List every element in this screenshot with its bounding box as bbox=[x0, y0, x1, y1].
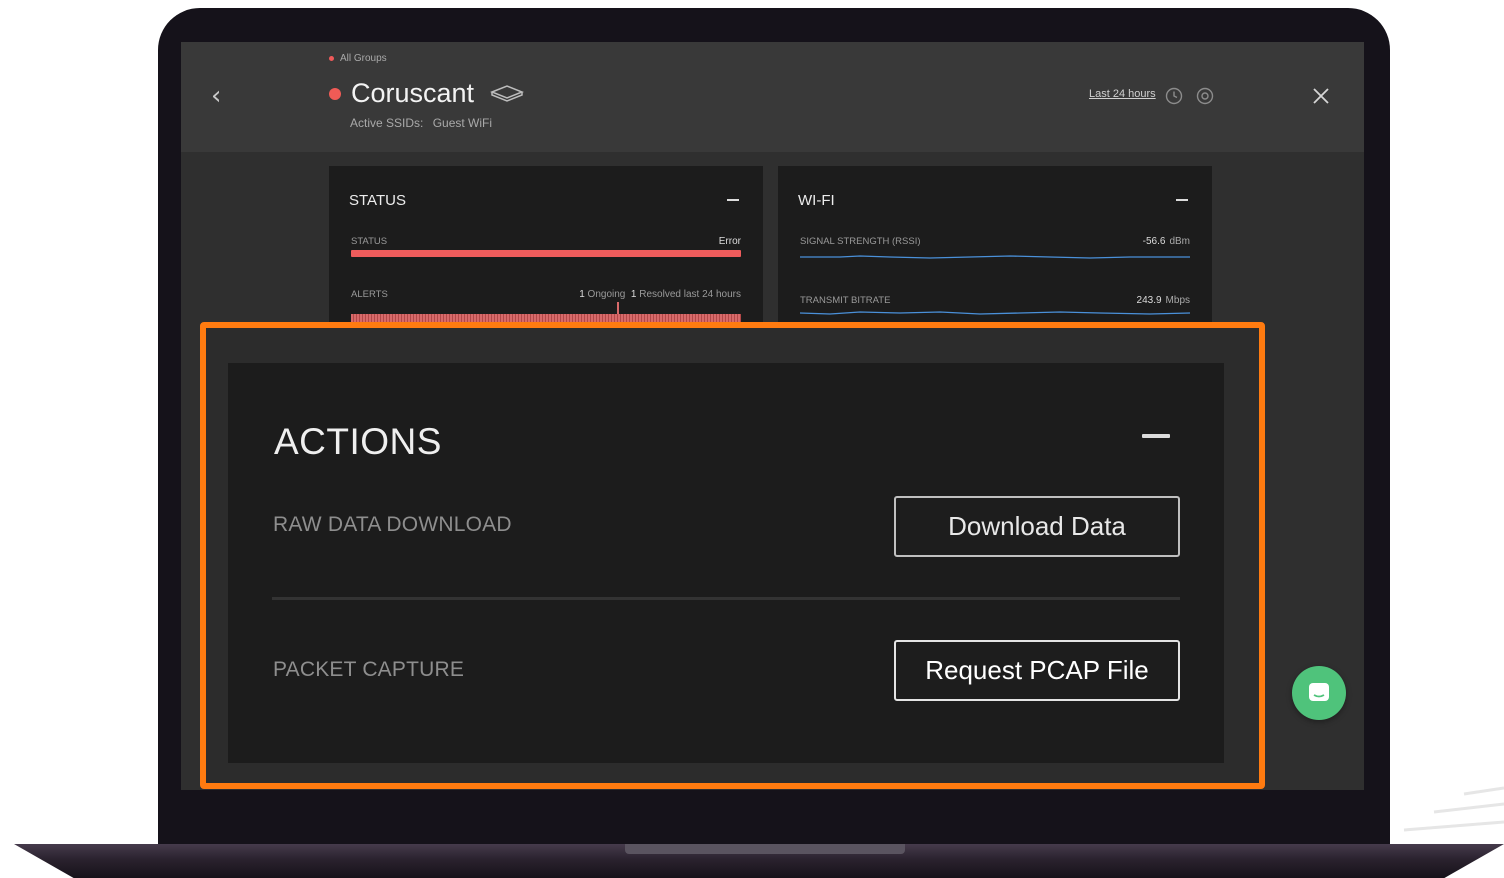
bitrate-unit: Mbps bbox=[1165, 295, 1190, 306]
breadcrumb-label[interactable]: All Groups bbox=[340, 53, 387, 64]
wifi-card: WI-FI SIGNAL STRENGTH (RSSI) -56.6 dBm TR… bbox=[778, 166, 1212, 326]
actions-divider bbox=[272, 597, 1180, 600]
router-icon bbox=[490, 84, 525, 102]
collapse-actions-button[interactable] bbox=[1142, 434, 1170, 438]
status-metric-label: STATUS bbox=[351, 236, 388, 247]
request-pcap-button[interactable]: Request PCAP File bbox=[894, 640, 1180, 701]
page-header: ‹ All Groups Coruscant Active SSIDs: Gue… bbox=[181, 42, 1364, 152]
ssid-value: Guest WiFi bbox=[432, 116, 493, 130]
active-ssids: Active SSIDs: Guest WiFi bbox=[350, 116, 492, 130]
alert-marker[interactable] bbox=[617, 302, 619, 314]
wifi-card-title: WI-FI bbox=[798, 192, 835, 209]
actions-card: ACTIONS RAW DATA DOWNLOAD Download Data … bbox=[228, 363, 1224, 763]
status-card-title: STATUS bbox=[349, 192, 406, 209]
raw-data-download-label: RAW DATA DOWNLOAD bbox=[273, 513, 512, 536]
page-title: Coruscant bbox=[351, 78, 475, 108]
bitrate-label: TRANSMIT BITRATE bbox=[800, 295, 891, 306]
alerts-summary: 1 Ongoing 1 Resolved last 24 hours bbox=[579, 289, 741, 300]
bitrate-sparkline[interactable] bbox=[800, 308, 1190, 318]
title-row: Coruscant bbox=[329, 78, 525, 109]
laptop-notch bbox=[625, 844, 905, 854]
collapse-status-button[interactable] bbox=[727, 199, 739, 201]
ongoing-label: Ongoing bbox=[587, 289, 626, 300]
close-icon[interactable] bbox=[1311, 86, 1331, 106]
rssi-sparkline[interactable] bbox=[800, 252, 1190, 262]
time-range-link[interactable]: Last 24 hours bbox=[1089, 88, 1156, 100]
rssi-readout: -56.6 dBm bbox=[1143, 236, 1190, 247]
download-data-button[interactable]: Download Data bbox=[894, 496, 1180, 557]
packet-capture-label: PACKET CAPTURE bbox=[273, 658, 465, 681]
decorative-lines bbox=[1403, 786, 1504, 832]
rssi-unit: dBm bbox=[1169, 236, 1190, 247]
rssi-value: -56.6 bbox=[1142, 236, 1166, 247]
collapse-wifi-button[interactable] bbox=[1176, 199, 1188, 201]
laptop-mockup: ‹ All Groups Coruscant Active SSIDs: Gue… bbox=[0, 0, 1504, 878]
status-error-bar bbox=[351, 250, 741, 257]
chat-bubble-icon bbox=[1309, 683, 1329, 701]
resolved-label: Resolved last 24 hours bbox=[639, 289, 741, 300]
breadcrumb-dot-icon bbox=[329, 56, 334, 61]
actions-title: ACTIONS bbox=[274, 421, 442, 462]
status-metric-value: Error bbox=[718, 236, 741, 247]
alerts-label: ALERTS bbox=[351, 289, 388, 300]
resolved-count: 1 bbox=[630, 289, 637, 300]
breadcrumb[interactable]: All Groups bbox=[329, 53, 387, 64]
back-chevron-icon[interactable]: ‹ bbox=[211, 82, 231, 110]
chat-button[interactable] bbox=[1292, 666, 1346, 720]
status-dot-icon bbox=[329, 87, 341, 100]
bitrate-value: 243.9 bbox=[1136, 295, 1162, 306]
settings-icon[interactable] bbox=[1196, 87, 1214, 105]
ssid-label: Active SSIDs: bbox=[350, 116, 424, 130]
rssi-label: SIGNAL STRENGTH (RSSI) bbox=[800, 236, 921, 247]
ongoing-count: 1 bbox=[579, 289, 585, 300]
status-card: STATUS STATUS Error ALERTS 1 Ongoing 1 R… bbox=[329, 166, 763, 326]
clock-icon[interactable] bbox=[1165, 87, 1183, 105]
bitrate-readout: 243.9 Mbps bbox=[1137, 295, 1190, 306]
